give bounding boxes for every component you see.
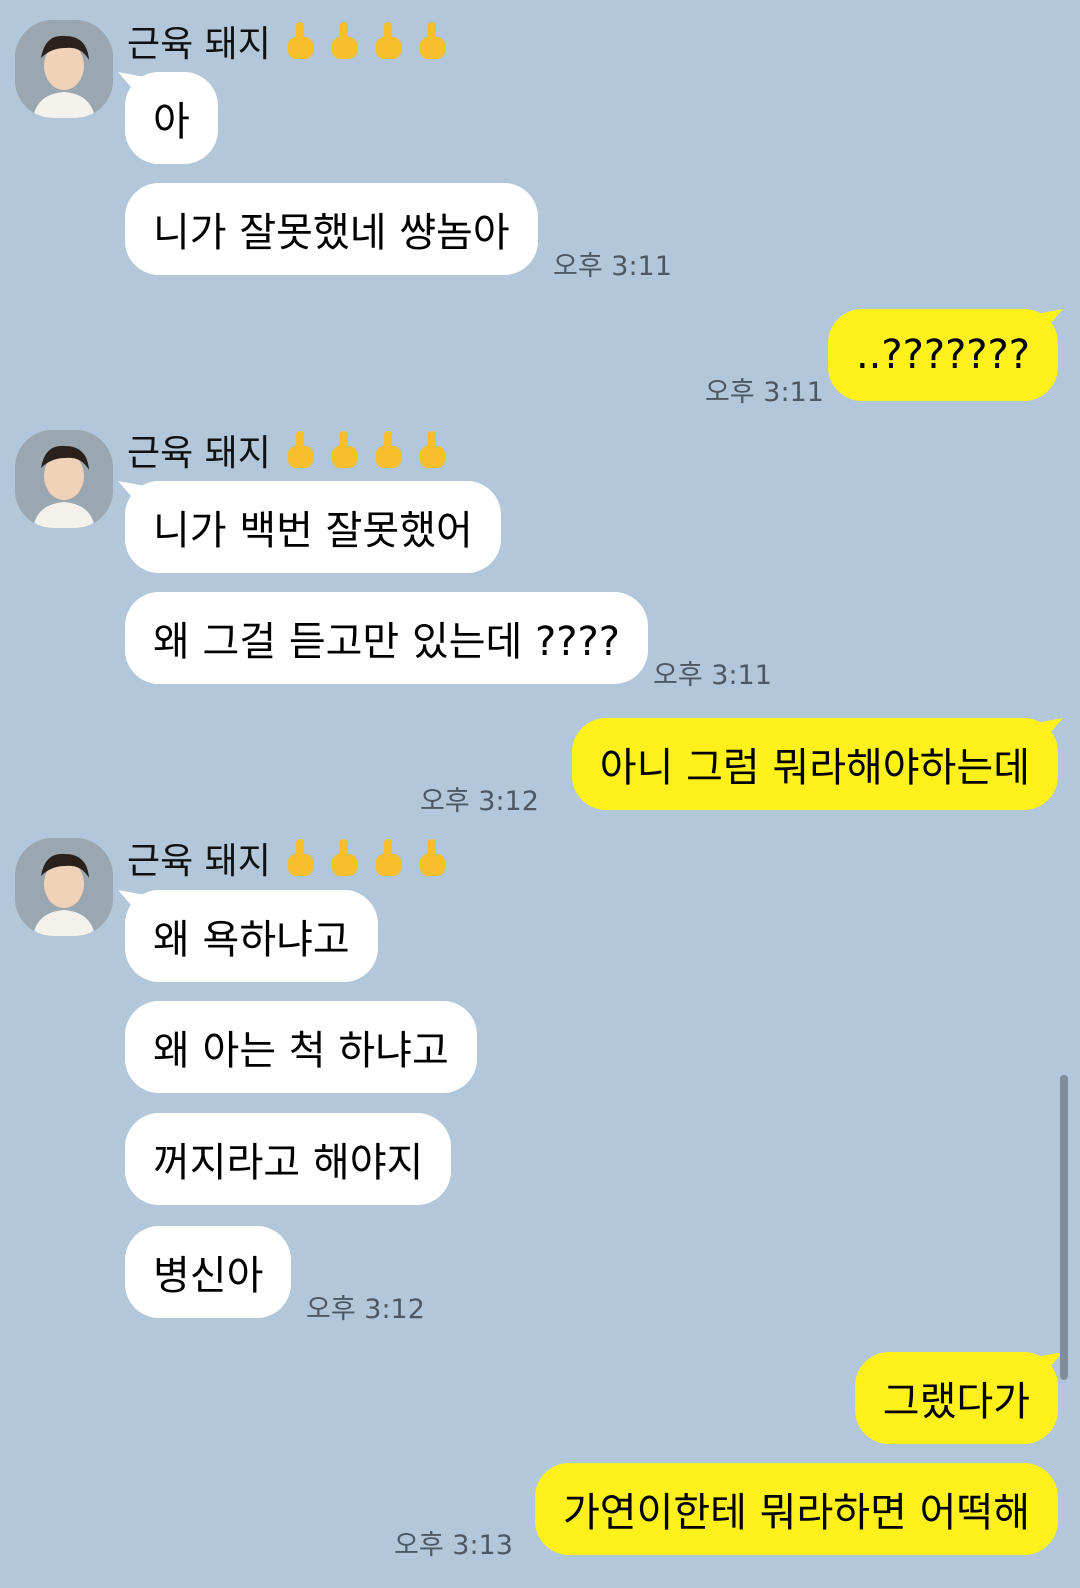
profile-photo-icon: [15, 838, 113, 936]
sender-avatar[interactable]: [15, 20, 113, 118]
outgoing-message[interactable]: 아니 그럼 뭐라해야하는데: [571, 718, 1058, 810]
profile-photo-icon: [15, 20, 113, 118]
middle-finger-icon: [375, 22, 401, 59]
sender-avatar[interactable]: [15, 838, 113, 936]
profile-photo-icon: [15, 430, 113, 528]
scrollbar[interactable]: [1060, 1075, 1068, 1380]
outgoing-message[interactable]: ..???????: [827, 309, 1058, 401]
message-time: 오후 3:13: [394, 1530, 513, 1561]
incoming-message[interactable]: 왜 그걸 듣고만 있는데 ????: [125, 592, 648, 684]
middle-finger-icon: [287, 431, 313, 468]
middle-finger-icon: [375, 839, 401, 876]
message-time: 오후 3:12: [420, 786, 539, 817]
sender-avatar[interactable]: [15, 430, 113, 528]
message-time: 오후 3:12: [306, 1294, 425, 1325]
middle-finger-icon: [419, 22, 445, 59]
middle-finger-icon: [331, 22, 357, 59]
incoming-message[interactable]: 니가 잘못했네 썅놈아: [125, 183, 538, 275]
outgoing-message[interactable]: 그랬다가: [854, 1352, 1058, 1444]
middle-finger-icon: [331, 431, 357, 468]
middle-finger-icon: [419, 431, 445, 468]
message-time: 오후 3:11: [553, 251, 672, 282]
incoming-message[interactable]: 니가 백번 잘못했어: [125, 481, 501, 573]
incoming-message[interactable]: 병신아: [125, 1226, 292, 1318]
message-time: 오후 3:11: [705, 377, 824, 408]
message-time: 오후 3:11: [653, 660, 772, 691]
outgoing-message[interactable]: 가연이한테 뭐라하면 어떡해: [534, 1463, 1058, 1555]
middle-finger-icon: [331, 839, 357, 876]
emoji-row: [283, 429, 449, 471]
sender-name: 근육 돼지: [127, 16, 449, 66]
middle-finger-icon: [419, 839, 445, 876]
sender-name: 근육 돼지: [127, 833, 449, 883]
incoming-message[interactable]: 꺼지라고 해야지: [125, 1113, 452, 1205]
emoji-row: [283, 20, 449, 62]
middle-finger-icon: [375, 431, 401, 468]
sender-name: 근육 돼지: [127, 425, 449, 475]
emoji-row: [283, 837, 449, 879]
incoming-message[interactable]: 왜 욕하냐고: [125, 890, 378, 982]
middle-finger-icon: [287, 839, 313, 876]
middle-finger-icon: [287, 22, 313, 59]
incoming-message[interactable]: 왜 아는 척 하냐고: [125, 1001, 477, 1093]
incoming-message[interactable]: 아: [125, 72, 218, 164]
